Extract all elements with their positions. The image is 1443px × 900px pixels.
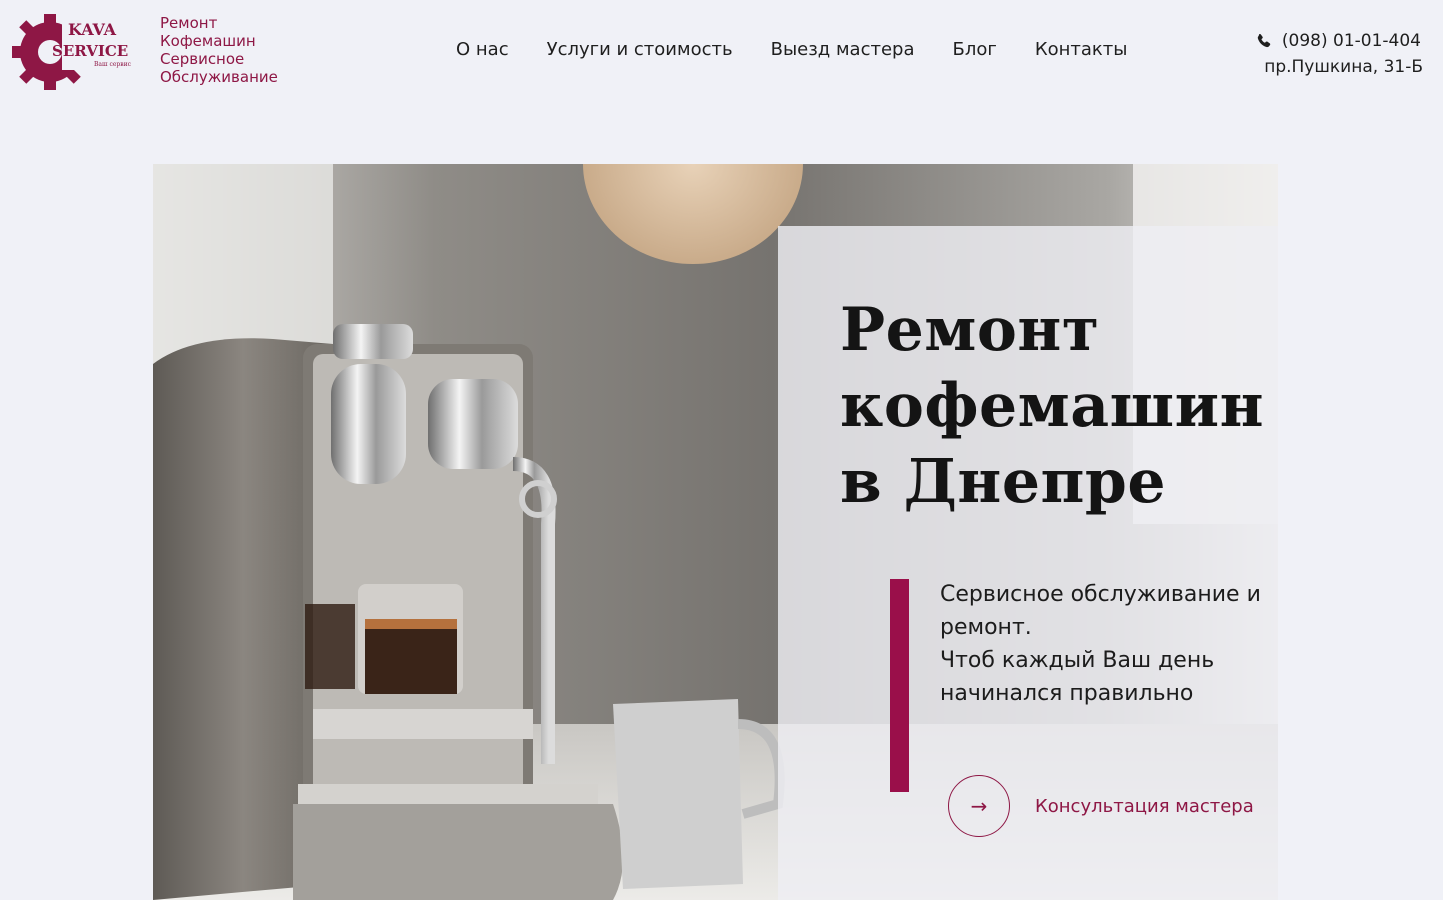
phone-link[interactable]: (098) 01-01-404 xyxy=(1256,30,1421,52)
hero-title-line: Ремонт xyxy=(840,295,1100,365)
header-contact: (098) 01-01-404 пр.Пушкина, 31-Б xyxy=(1256,30,1423,80)
nav-item-services[interactable]: Услуги и стоимость xyxy=(547,38,733,62)
hero-subtitle: Сервисное обслуживание и ремонт. Чтоб ка… xyxy=(940,578,1270,710)
logo-text-top: KAVA xyxy=(68,20,117,39)
hero-subtitle-line: ремонт. xyxy=(940,615,1032,640)
hero-title-line: кофемашин xyxy=(840,371,1265,441)
site-header: KAVA SERVICE Ваш сервис Ремонт Кофемашин… xyxy=(0,0,1443,100)
nav-item-about[interactable]: О нас xyxy=(456,38,509,62)
logo-text-small: Ваш сервис xyxy=(94,61,132,68)
hero-section: Ремонт кофемашин в Днепре Сервисное обсл… xyxy=(153,164,1278,900)
nav-item-master-visit[interactable]: Выезд мастера xyxy=(771,38,915,62)
kava-service-logo[interactable]: KAVA SERVICE Ваш сервис xyxy=(8,6,148,96)
tagline-line: Кофемашин xyxy=(160,32,256,50)
nav-item-contacts[interactable]: Контакты xyxy=(1035,38,1128,62)
hero-title-line: в Днепре xyxy=(840,447,1167,517)
tagline-line: Сервисное xyxy=(160,50,245,68)
consultation-link[interactable]: Консультация мастера xyxy=(1035,796,1254,817)
tagline-line: Обслуживание xyxy=(160,68,278,86)
address: пр.Пушкина, 31-Б xyxy=(1264,57,1423,77)
logo-text-bottom: SERVICE xyxy=(52,42,128,60)
main-nav: О нас Услуги и стоимость Выезд мастера Б… xyxy=(456,38,1165,62)
hero-subtitle-line: начинался правильно xyxy=(940,681,1194,706)
logo-tagline: Ремонт Кофемашин Сервисное Обслуживание xyxy=(160,14,278,86)
consultation-cta[interactable]: → Консультация мастера xyxy=(948,775,1254,837)
arrow-right-icon[interactable]: → xyxy=(948,775,1010,837)
accent-bar xyxy=(890,579,909,792)
phone-icon xyxy=(1257,33,1271,48)
phone-number: (098) 01-01-404 xyxy=(1281,31,1421,51)
hero-title: Ремонт кофемашин в Днепре xyxy=(840,292,1265,520)
hero-subtitle-line: Сервисное обслуживание и xyxy=(940,582,1261,607)
nav-item-blog[interactable]: Блог xyxy=(953,38,997,62)
gear-logo-icon: KAVA SERVICE Ваш сервис xyxy=(12,14,142,90)
hero-subtitle-line: Чтоб каждый Ваш день xyxy=(940,648,1215,673)
tagline-line: Ремонт xyxy=(160,14,218,32)
